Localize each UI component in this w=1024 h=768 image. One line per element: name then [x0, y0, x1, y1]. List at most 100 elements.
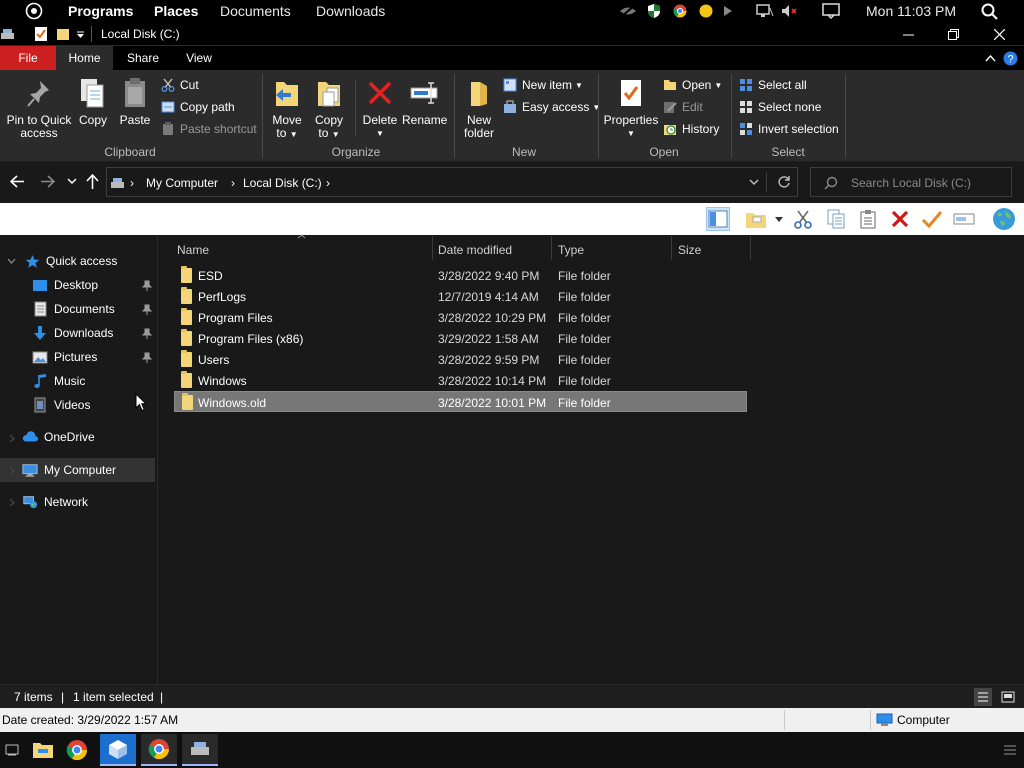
file-row-selected[interactable]: Windows.old 3/28/2022 10:01 PM File fold…	[174, 391, 747, 412]
delete-button[interactable]: Delete ▼	[360, 76, 400, 140]
properties-button[interactable]: Properties ▼	[602, 76, 660, 140]
new-item-button[interactable]: New item ▼	[502, 76, 583, 94]
properties-dropdown-icon[interactable]: ▼	[602, 127, 660, 140]
nav-item-downloads[interactable]: Downloads	[32, 322, 113, 344]
menu-logo-icon[interactable]	[25, 2, 43, 20]
navigation-pane-toggle-icon[interactable]	[706, 207, 730, 231]
tab-share[interactable]: Share	[115, 46, 171, 70]
search-input[interactable]: Search Local Disk (C:)	[810, 167, 1012, 197]
globe-icon[interactable]	[991, 207, 1017, 231]
volume-muted-icon[interactable]	[781, 4, 799, 18]
file-row[interactable]: Program Files 3/28/2022 10:29 PM File fo…	[174, 307, 747, 328]
tab-file[interactable]: File	[0, 46, 56, 70]
rename-toolbar-icon[interactable]	[952, 207, 976, 231]
column-divider[interactable]	[750, 236, 751, 260]
open-button[interactable]: Open ▼	[662, 76, 722, 94]
copy-path-button[interactable]: Copy path	[160, 98, 235, 116]
help-icon[interactable]: ?	[1003, 51, 1018, 66]
new-folder-quick-icon[interactable]	[56, 27, 70, 41]
nav-item-videos[interactable]: Videos	[32, 394, 90, 416]
explorer-window-taskbar-icon[interactable]	[182, 734, 218, 766]
copy-button[interactable]: Copy	[76, 76, 110, 127]
move-to-button[interactable]: Move to ▼	[268, 76, 306, 141]
panel-menu-programs[interactable]: Programs	[68, 3, 133, 19]
panel-menu-downloads[interactable]: Downloads	[316, 3, 385, 19]
pin-to-quick-access-button[interactable]: Pin to Quick access	[4, 76, 74, 140]
search-icon[interactable]	[981, 3, 998, 20]
file-manager-taskbar-icon[interactable]	[25, 734, 61, 766]
chrome-taskbar-icon[interactable]	[59, 734, 95, 766]
paste-shortcut-button[interactable]: Paste shortcut	[160, 120, 257, 138]
onedrive-expand-chevron-icon[interactable]	[9, 434, 15, 443]
new-folder-button[interactable]: New folder	[458, 76, 500, 140]
collapse-ribbon-icon[interactable]	[985, 54, 996, 62]
nav-item-pictures[interactable]: Pictures	[32, 346, 97, 368]
notification-icon[interactable]	[822, 3, 840, 19]
window-title-bar[interactable]: Local Disk (C:)	[0, 22, 1024, 46]
file-row[interactable]: ESD 3/28/2022 9:40 PM File folder	[174, 265, 747, 286]
chrome-window-taskbar-icon[interactable]	[141, 734, 177, 766]
restore-button[interactable]	[930, 22, 976, 46]
rename-button[interactable]: Rename	[402, 76, 447, 127]
back-arrow-icon[interactable]	[10, 175, 25, 188]
file-row[interactable]: PerfLogs 12/7/2019 4:14 AM File folder	[174, 286, 747, 307]
forward-arrow-icon[interactable]	[40, 175, 55, 188]
minimize-button[interactable]	[885, 22, 931, 46]
network-tray-icon[interactable]	[756, 4, 774, 18]
network-expand-chevron-icon[interactable]	[9, 498, 15, 507]
file-row[interactable]: Windows 3/28/2022 10:14 PM File folder	[174, 370, 747, 391]
copy-toolbar-icon[interactable]	[824, 207, 848, 231]
up-arrow-icon[interactable]	[86, 174, 99, 189]
breadcrumb-chevron-icon[interactable]: ›	[130, 176, 134, 190]
refresh-icon[interactable]	[777, 175, 791, 189]
panel-clock[interactable]: Mon 11:03 PM	[866, 3, 956, 19]
nav-item-documents[interactable]: Documents	[32, 298, 115, 320]
nav-item-onedrive[interactable]: OneDrive	[22, 426, 95, 448]
large-icons-view-icon[interactable]	[999, 688, 1017, 706]
breadcrumb-my-computer[interactable]: My Computer	[146, 176, 218, 190]
pin-icon[interactable]	[142, 304, 152, 316]
details-view-icon[interactable]	[974, 688, 992, 706]
taskbar-menu-icon[interactable]	[1003, 744, 1017, 756]
column-header-date-modified[interactable]: Date modified	[438, 240, 512, 260]
quick-access-expand-chevron-icon[interactable]	[7, 258, 16, 264]
breadcrumb-chevron-icon[interactable]: ›	[326, 176, 330, 190]
file-row[interactable]: Users 3/28/2022 9:59 PM File folder	[174, 349, 747, 370]
column-divider[interactable]	[432, 236, 433, 260]
select-none-button[interactable]: Select none	[738, 98, 821, 116]
address-bar[interactable]: › My Computer › Local Disk (C:) ›	[106, 167, 798, 197]
copy-to-button[interactable]: Copy to ▼	[310, 76, 348, 141]
tab-view[interactable]: View	[171, 46, 227, 70]
select-all-button[interactable]: Select all	[738, 76, 807, 94]
eye-slash-icon[interactable]	[619, 4, 637, 18]
address-history-chevron-icon[interactable]	[749, 179, 759, 186]
paste-toolbar-icon[interactable]	[856, 207, 880, 231]
pin-icon[interactable]	[142, 352, 152, 364]
easy-access-button[interactable]: Easy access ▼	[502, 98, 600, 116]
breadcrumb-local-disk[interactable]: Local Disk (C:)	[243, 176, 322, 190]
toolbar-dropdown-icon[interactable]	[772, 207, 786, 231]
panel-menu-places[interactable]: Places	[154, 3, 198, 19]
shield-icon[interactable]	[646, 3, 662, 19]
column-header-name[interactable]: Name	[177, 240, 209, 260]
delete-dropdown-icon[interactable]: ▼	[360, 127, 400, 140]
column-header-type[interactable]: Type	[558, 240, 584, 260]
delete-toolbar-icon[interactable]	[888, 207, 912, 231]
nav-item-my-computer[interactable]: My Computer	[22, 459, 116, 481]
invert-selection-button[interactable]: Invert selection	[738, 120, 839, 138]
properties-quick-icon[interactable]	[34, 26, 48, 42]
nav-item-desktop[interactable]: Desktop	[32, 274, 98, 296]
close-button[interactable]	[976, 22, 1022, 46]
coin-icon[interactable]	[699, 4, 713, 18]
tab-home[interactable]: Home	[56, 46, 113, 70]
pin-icon[interactable]	[142, 280, 152, 292]
paste-button[interactable]: Paste	[118, 76, 152, 127]
nav-item-network[interactable]: Network	[22, 491, 88, 513]
virtualbox-taskbar-icon[interactable]	[100, 734, 136, 766]
customize-quick-access-icon[interactable]	[76, 31, 85, 39]
new-folder-toolbar-icon[interactable]	[744, 207, 768, 231]
column-divider[interactable]	[671, 236, 672, 260]
pin-icon[interactable]	[142, 328, 152, 340]
show-desktop-icon[interactable]	[0, 734, 24, 766]
panel-menu-documents[interactable]: Documents	[220, 3, 291, 19]
